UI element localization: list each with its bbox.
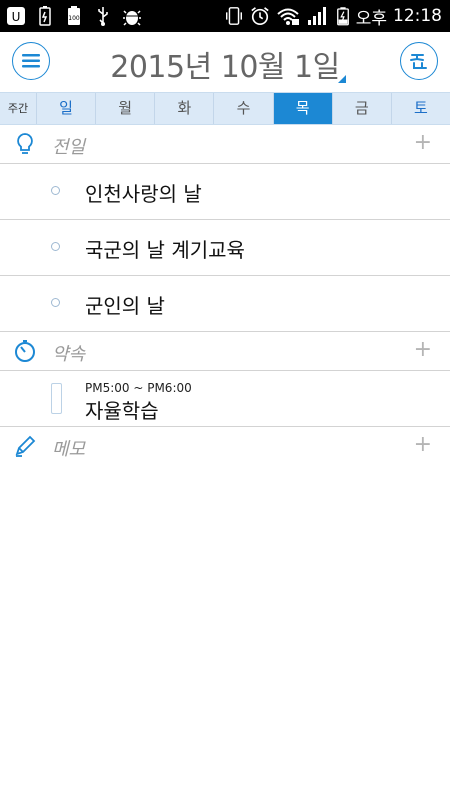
status-ampm: 오후 — [355, 8, 387, 29]
battery-100-icon: 100 — [68, 6, 80, 25]
day-content: 전일 + 인천사랑의 날 국군의 날 계기교육 군인의 날 약속 + PM5:0… — [0, 125, 450, 466]
battery-charging-icon — [336, 7, 349, 26]
battery-saver-icon — [39, 6, 51, 26]
add-appointment-button[interactable]: + — [414, 338, 432, 362]
day-friday[interactable]: 금 — [333, 93, 392, 124]
svg-text:100: 100 — [68, 15, 80, 22]
event-item[interactable]: 군인의 날 — [0, 276, 450, 332]
day-sunday[interactable]: 일 — [37, 93, 97, 124]
appointment-time: PM5:00 ~ PM6:00 — [85, 381, 192, 395]
signal-icon — [307, 7, 326, 25]
week-view-label[interactable]: 주간 — [0, 93, 37, 124]
appointment-marker — [51, 383, 62, 414]
status-time: 12:18 — [393, 6, 442, 26]
date-title[interactable]: 2015년 10월 1일 — [0, 42, 450, 86]
event-item[interactable]: 인천사랑의 날 — [0, 164, 450, 220]
section-appointments: 약속 + — [0, 332, 450, 371]
svg-text:U: U — [12, 10, 21, 24]
status-bar: U 100 오후 12:18 — [0, 0, 450, 32]
section-title-memo: 메모 — [52, 439, 86, 460]
add-all-day-button[interactable]: + — [414, 131, 432, 155]
day-tuesday[interactable]: 화 — [155, 93, 215, 124]
usb-icon — [98, 7, 108, 26]
add-memo-button[interactable]: + — [414, 433, 432, 457]
section-title-all-day: 전일 — [52, 137, 86, 158]
cellular-app-icon: U — [7, 7, 25, 25]
section-title-appointments: 약속 — [52, 344, 86, 365]
lightbulb-icon — [17, 133, 33, 154]
pencil-icon — [15, 435, 36, 457]
event-bullet-icon — [51, 242, 60, 251]
event-bullet-icon — [51, 298, 60, 307]
appointment-title: 자율학습 — [85, 399, 159, 423]
app-header: 2015년 10월 1일 — [0, 32, 450, 92]
debug-icon — [123, 10, 141, 26]
appointment-item[interactable]: PM5:00 ~ PM6:00 자율학습 — [0, 371, 450, 427]
section-all-day: 전일 + — [0, 125, 450, 164]
wifi-icon — [277, 8, 299, 25]
alarm-icon — [251, 7, 269, 25]
day-thursday[interactable]: 목 — [273, 93, 333, 124]
status-bar-left-icons: U 100 — [6, 4, 142, 28]
day-monday[interactable]: 월 — [96, 93, 156, 124]
today-button[interactable] — [400, 42, 438, 80]
status-bar-right-icons: 오후 12:18 — [224, 0, 442, 32]
today-icon — [410, 54, 427, 69]
week-bar: 주간 일 월 화 수 목 금 토 — [0, 92, 450, 125]
date-dropdown-indicator — [338, 75, 346, 83]
timer-icon — [15, 340, 35, 362]
day-wednesday[interactable]: 수 — [214, 93, 274, 124]
event-item[interactable]: 국군의 날 계기교육 — [0, 220, 450, 276]
event-title: 국군의 날 계기교육 — [85, 238, 245, 262]
empty-area — [0, 460, 450, 800]
event-title: 인천사랑의 날 — [85, 182, 202, 206]
event-title: 군인의 날 — [85, 294, 165, 318]
event-bullet-icon — [51, 186, 60, 195]
day-saturday[interactable]: 토 — [392, 93, 450, 124]
vibrate-icon — [225, 7, 242, 25]
